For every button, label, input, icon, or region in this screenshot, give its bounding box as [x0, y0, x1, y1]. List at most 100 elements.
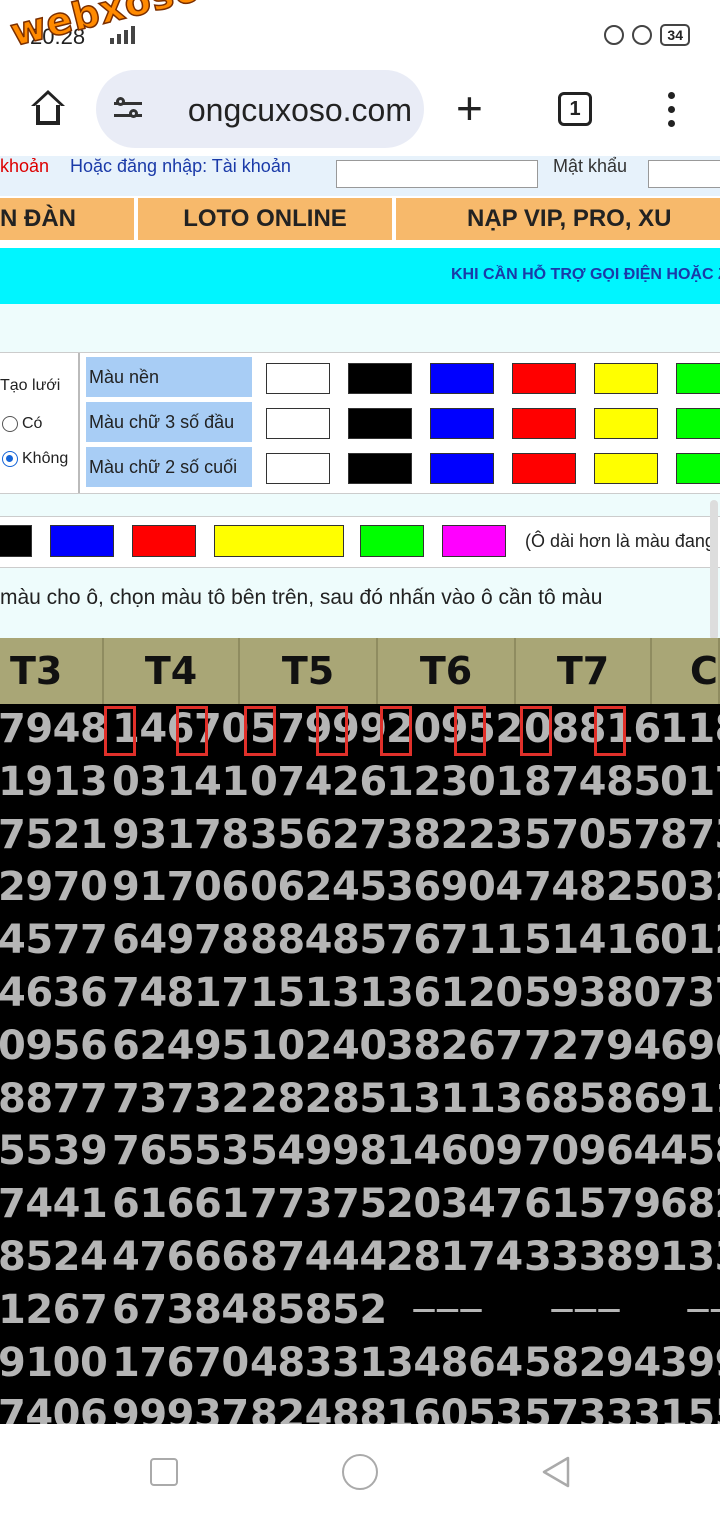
- result-cell[interactable]: 03141: [112, 759, 249, 805]
- result-cell[interactable]: 38223: [386, 812, 523, 858]
- home-icon[interactable]: [30, 90, 66, 126]
- palette-swatch[interactable]: [442, 525, 506, 557]
- color-swatch[interactable]: [676, 363, 720, 394]
- more-menu-icon[interactable]: [666, 90, 676, 130]
- result-cell[interactable]: 82488: [250, 1392, 387, 1424]
- result-cell[interactable]: 54998: [250, 1128, 387, 1174]
- palette-swatch[interactable]: [50, 525, 114, 557]
- color-swatch[interactable]: [266, 453, 330, 484]
- result-cell[interactable]: 73732: [112, 1076, 249, 1122]
- result-cell[interactable]: 032: [660, 864, 720, 910]
- result-cell[interactable]: 737: [660, 970, 720, 1016]
- result-cell[interactable]: 7406: [0, 1392, 108, 1424]
- color-swatch[interactable]: [512, 408, 576, 439]
- result-cell[interactable]: 15131: [250, 970, 387, 1016]
- address-bar[interactable]: ongcuxoso.com: [96, 70, 424, 148]
- color-swatch[interactable]: [348, 453, 412, 484]
- result-cell[interactable]: 911: [660, 1076, 720, 1122]
- result-cell[interactable]: 76553: [112, 1128, 249, 1174]
- result-cell[interactable]: 8524: [0, 1234, 108, 1280]
- result-cell[interactable]: 62495: [112, 1023, 249, 1069]
- result-cell[interactable]: 88485: [250, 917, 387, 963]
- result-cell[interactable]: 20347: [386, 1181, 523, 1227]
- result-cell[interactable]: 9100: [0, 1340, 108, 1386]
- result-cell[interactable]: 28174: [386, 1234, 523, 1280]
- result-cell[interactable]: 99937: [112, 1392, 249, 1424]
- result-cell[interactable]: 12301: [386, 759, 523, 805]
- result-cell[interactable]: 48331: [250, 1340, 387, 1386]
- register-link[interactable]: khoản: [0, 156, 49, 177]
- tab-count-button[interactable]: 1: [558, 92, 592, 126]
- result-cell[interactable]: 74825: [524, 864, 661, 910]
- result-cell[interactable]: 47666: [112, 1234, 249, 1280]
- result-cell[interactable]: 28285: [250, 1076, 387, 1122]
- color-swatch[interactable]: [430, 363, 494, 394]
- recents-button[interactable]: [150, 1458, 178, 1486]
- password-input[interactable]: [648, 160, 720, 188]
- result-cell[interactable]: 7948: [0, 706, 108, 752]
- result-cell[interactable]: 4636: [0, 970, 108, 1016]
- result-cell[interactable]: 77375: [250, 1181, 387, 1227]
- result-cell[interactable]: 155: [660, 1392, 720, 1424]
- result-cell[interactable]: 91706: [112, 864, 249, 910]
- palette-swatch[interactable]: [360, 525, 424, 557]
- result-cell[interactable]: 017: [660, 759, 720, 805]
- result-cell[interactable]: 67384: [112, 1287, 249, 1333]
- color-swatch[interactable]: [594, 408, 658, 439]
- result-cell[interactable]: ———: [550, 1287, 621, 1323]
- color-swatch[interactable]: [676, 453, 720, 484]
- result-cell[interactable]: 57333: [524, 1392, 661, 1424]
- result-cell[interactable]: 36904: [386, 864, 523, 910]
- palette-swatch[interactable]: [0, 525, 32, 557]
- result-cell[interactable]: 34864: [386, 1340, 523, 1386]
- result-cell[interactable]: 1267: [0, 1287, 108, 1333]
- result-cell[interactable]: 118: [660, 706, 720, 752]
- result-cell[interactable]: 36120: [386, 970, 523, 1016]
- color-swatch[interactable]: [512, 453, 576, 484]
- result-cell[interactable]: 87485: [524, 759, 661, 805]
- result-cell[interactable]: ———: [686, 1287, 720, 1323]
- result-cell[interactable]: 873: [660, 812, 720, 858]
- result-cell[interactable]: 57057: [524, 812, 661, 858]
- result-cell[interactable]: 74817: [112, 970, 249, 1016]
- result-cell[interactable]: 87444: [250, 1234, 387, 1280]
- result-cell[interactable]: 93178: [112, 812, 249, 858]
- result-cell[interactable]: 012: [660, 917, 720, 963]
- result-cell[interactable]: 7441: [0, 1181, 108, 1227]
- result-cell[interactable]: 5539: [0, 1128, 108, 1174]
- result-cell[interactable]: 13113: [386, 1076, 523, 1122]
- color-swatch[interactable]: [266, 363, 330, 394]
- result-cell[interactable]: 0956: [0, 1023, 108, 1069]
- scrollbar[interactable]: [710, 500, 718, 640]
- result-cell[interactable]: 33389: [524, 1234, 661, 1280]
- nav-item-loto-online[interactable]: LOTO ONLINE: [138, 198, 392, 240]
- palette-swatch[interactable]: [132, 525, 196, 557]
- home-button[interactable]: [342, 1454, 378, 1490]
- result-cell[interactable]: 35627: [250, 812, 387, 858]
- color-swatch[interactable]: [266, 408, 330, 439]
- result-cell[interactable]: 4577: [0, 917, 108, 963]
- username-input[interactable]: [336, 160, 538, 188]
- result-cell[interactable]: 06245: [250, 864, 387, 910]
- result-cell[interactable]: 458: [660, 1128, 720, 1174]
- result-cell[interactable]: 68586: [524, 1076, 661, 1122]
- result-cell[interactable]: 7521: [0, 812, 108, 858]
- result-cell[interactable]: ———: [412, 1287, 483, 1323]
- result-cell[interactable]: 17670: [112, 1340, 249, 1386]
- color-swatch[interactable]: [348, 363, 412, 394]
- result-cell[interactable]: 07426: [250, 759, 387, 805]
- color-swatch[interactable]: [348, 408, 412, 439]
- result-cell[interactable]: 58294: [524, 1340, 661, 1386]
- back-button[interactable]: [540, 1454, 572, 1490]
- result-cell[interactable]: 64978: [112, 917, 249, 963]
- result-cell[interactable]: 1913: [0, 759, 108, 805]
- color-swatch[interactable]: [430, 453, 494, 484]
- result-cell[interactable]: 61579: [524, 1181, 661, 1227]
- color-swatch[interactable]: [430, 408, 494, 439]
- result-cell[interactable]: 8877: [0, 1076, 108, 1122]
- result-cell[interactable]: 51416: [524, 917, 661, 963]
- radio-yes[interactable]: [2, 416, 18, 432]
- result-cell[interactable]: 85852: [250, 1287, 387, 1333]
- result-cell[interactable]: 59380: [524, 970, 661, 1016]
- result-cell[interactable]: 61661: [112, 1181, 249, 1227]
